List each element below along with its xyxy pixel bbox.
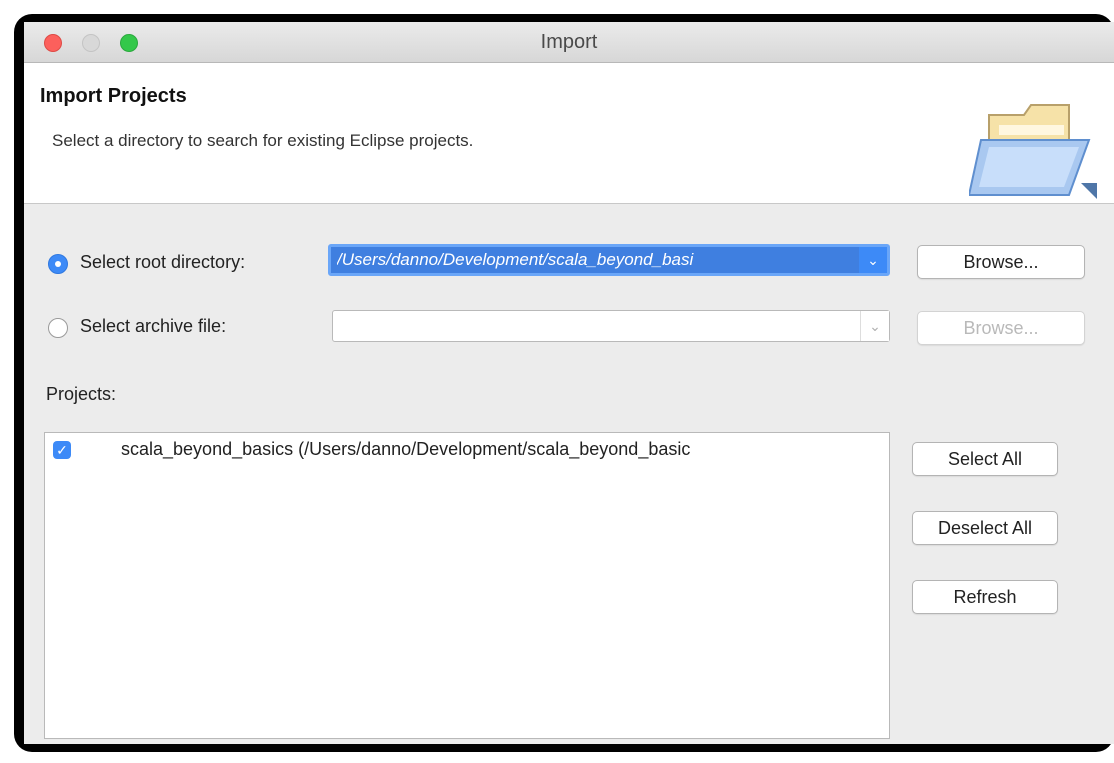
title-bar[interactable]: Import xyxy=(24,22,1114,63)
browse-archive-button[interactable]: Browse... xyxy=(917,311,1085,345)
project-item-label[interactable]: scala_beyond_basics (/Users/danno/Develo… xyxy=(121,439,883,460)
window-title: Import xyxy=(540,31,598,53)
deselect-all-button[interactable]: Deselect All xyxy=(912,511,1058,545)
refresh-button[interactable]: Refresh xyxy=(912,580,1058,614)
root-directory-label: Select root directory: xyxy=(80,252,246,272)
import-dialog: Import Import Projects Select a director… xyxy=(24,22,1114,744)
select-all-button[interactable]: Select All xyxy=(912,442,1058,476)
archive-file-combo[interactable]: ⌄ xyxy=(332,310,890,342)
projects-label: Projects: xyxy=(46,384,117,404)
root-directory-radio[interactable] xyxy=(48,254,68,274)
archive-file-radio[interactable] xyxy=(48,318,68,338)
header-banner: Import Projects Select a directory to se… xyxy=(24,63,1114,204)
browse-root-button[interactable]: Browse... xyxy=(917,245,1085,279)
root-directory-combo[interactable]: /Users/danno/Development/scala_beyond_ba… xyxy=(328,244,890,276)
page-title: Import Projects xyxy=(40,85,187,107)
chevron-down-icon[interactable]: ⌄ xyxy=(859,247,887,273)
projects-list[interactable]: ✓ scala_beyond_basics (/Users/danno/Deve… xyxy=(44,432,890,739)
page-description: Select a directory to search for existin… xyxy=(52,131,474,150)
project-checkbox[interactable]: ✓ xyxy=(53,441,71,459)
chevron-down-icon[interactable]: ⌄ xyxy=(860,311,889,341)
root-directory-value: /Users/danno/Development/scala_beyond_ba… xyxy=(337,250,694,269)
archive-file-label: Select archive file: xyxy=(80,316,227,336)
folder-open-icon xyxy=(969,104,1097,199)
